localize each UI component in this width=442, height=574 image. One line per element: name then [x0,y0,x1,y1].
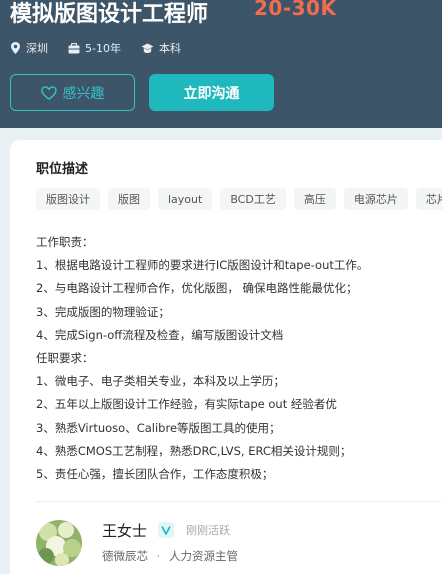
verified-v-icon [161,526,171,535]
experience-text: 5-10年 [85,42,121,55]
recruiter-role: 人力资源主管 [168,549,238,563]
experience: 5-10年 [68,40,121,56]
job-description: 工作职责： 1、根据电路设计工程师的要求进行IC版图设计和tape-out工作。… [36,231,442,486]
description-line: 2、与电路设计工程师合作，优化版图， 确保电路性能最优化； [36,281,358,296]
chat-label: 立即沟通 [183,85,240,102]
active-status: 刚刚活跃 [186,524,230,537]
education-text: 本科 [158,42,181,55]
recruiter-info: 德微辰芯 · 人力资源主管 [102,548,238,564]
skill-tag[interactable]: BCD工艺 [220,188,286,210]
skill-tag[interactable]: 版图 [108,188,150,210]
heart-outline-icon [40,85,57,100]
separator: · [156,549,161,563]
description-line: 1、根据电路设计工程师的要求进行IC版图设计和tape-out工作。 [36,258,369,273]
interest-label: 感兴趣 [62,85,105,102]
location-text: 深圳 [26,42,48,55]
skill-tag[interactable]: 高压 [293,188,336,210]
company-name: 德微辰芯 [102,549,148,563]
section-title: 职位描述 [36,162,89,177]
recruiter-name: 王女士 [102,522,148,540]
chat-now-button[interactable]: 立即沟通 [149,74,274,111]
interest-button[interactable]: 感兴趣 [10,74,135,111]
description-line: 工作职责： [36,235,94,249]
description-line: 4、完成Sign-off流程及检查，编写版图设计文档 [36,327,284,342]
description-line: 1、微电子、电子类相关专业，本科及以上学历； [36,374,285,389]
skill-tag[interactable]: 芯片 [415,188,442,210]
description-line: 3、熟悉Virtuoso、Calibre等版图工具的使用； [36,420,281,435]
skill-tag[interactable]: 电源芯片 [343,188,408,210]
job-title: 模拟版图设计工程师 [10,2,209,27]
divider [36,501,442,502]
recruiter-avatar[interactable] [36,520,82,566]
description-line: 4、熟悉CMOS工艺制程，熟悉DRC,LVS, ERC相关设计规则； [36,443,352,458]
description-line: 3、完成版图的物理验证； [36,304,170,319]
skill-tag[interactable]: 版图设计 [36,188,100,210]
location: 深圳 [10,40,48,56]
job-meta: 深圳 5-10年 本科 [10,40,201,56]
briefcase-icon [68,42,80,53]
job-detail-card: 职位描述 版图设计 版图 layout BCD工艺 高压 电源芯片 芯片 工作职… [10,140,442,574]
graduation-cap-icon [141,43,154,53]
skill-tags: 版图设计 版图 layout BCD工艺 高压 电源芯片 芯片 [36,188,442,210]
description-line: 5、责任心强，擅长团队合作，工作态度积极； [36,467,274,482]
education: 本科 [141,40,181,56]
description-line: 任职要求： [36,351,94,366]
job-header: 模拟版图设计工程师 20-30K 深圳 5-10年 本科 感兴趣 立即沟通 [0,0,442,128]
description-line: 2、五年以上版图设计工作经验，有实际tape out 经验者优 [36,397,337,412]
verified-badge [158,522,174,538]
location-pin-icon [11,42,20,54]
skill-tag[interactable]: layout [158,188,213,210]
salary: 20-30K [254,0,337,20]
